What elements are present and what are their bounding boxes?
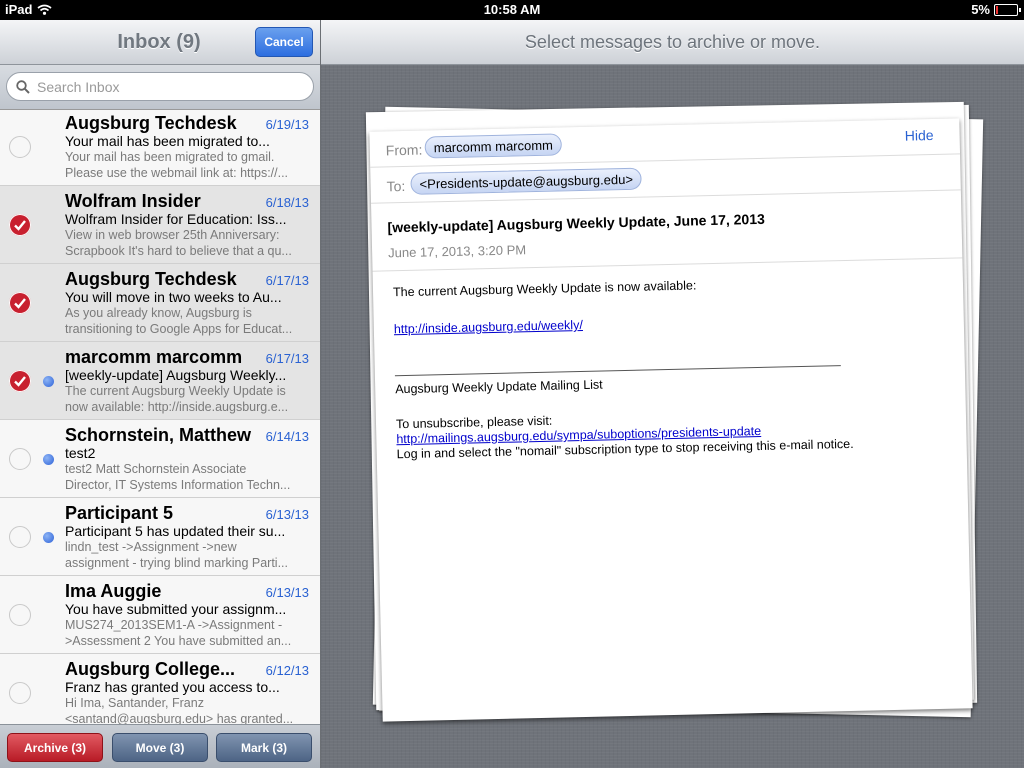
message-row[interactable]: Participant 5 6/13/13 Participant 5 has … xyxy=(0,498,320,576)
from-address-pill[interactable]: marcomm marcomm xyxy=(424,133,563,159)
weekly-update-link[interactable]: http://inside.augsburg.edu/weekly/ xyxy=(394,318,583,336)
message-row[interactable]: Augsburg Techdesk 6/19/13 Your mail has … xyxy=(0,108,320,186)
message-sender: Schornstein, Matthew xyxy=(65,425,252,445)
search-input[interactable] xyxy=(35,77,299,96)
message-date: 6/13/13 xyxy=(265,507,309,522)
move-button[interactable]: Move (3) xyxy=(112,733,208,762)
message-row[interactable]: Schornstein, Matthew 6/14/13 test2 test2… xyxy=(0,420,320,498)
unread-dot xyxy=(43,454,54,465)
status-bar: iPad 10:58 AM 5% xyxy=(0,0,1024,20)
message-sender: marcomm marcomm xyxy=(65,347,243,367)
message-date: 6/17/13 xyxy=(265,351,309,366)
message-date: 6/14/13 xyxy=(265,429,309,444)
message-sender: Ima Auggie xyxy=(65,581,162,601)
email-date: June 17, 2013, 3:20 PM xyxy=(387,242,527,261)
battery-percent: 5% xyxy=(971,2,990,17)
unread-dot xyxy=(43,532,54,543)
message-preview: lindn_test ->Assignment ->new assignment … xyxy=(65,540,289,570)
archive-button[interactable]: Archive (3) xyxy=(7,733,103,762)
email-subject: [weekly-update] Augsburg Weekly Update, … xyxy=(387,210,765,236)
message-sender: Augsburg College... xyxy=(65,659,236,679)
selection-circle[interactable] xyxy=(9,682,31,704)
detail-title: Select messages to archive or move. xyxy=(524,32,821,52)
message-preview: As you already know, Augsburg is transiti… xyxy=(65,306,293,336)
email-body: The current Augsburg Weekly Update is no… xyxy=(373,258,967,476)
message-subject: You will move in two weeks to Au... xyxy=(65,289,282,305)
battery-icon xyxy=(994,3,1021,16)
message-preview: The current Augsburg Weekly Update is now… xyxy=(65,384,289,414)
message-preview-card: From: marcomm marcomm Hide To: <Presiden… xyxy=(369,118,973,722)
message-date: 6/18/13 xyxy=(265,195,309,210)
message-sender: Wolfram Insider xyxy=(65,191,201,211)
message-subject: test2 xyxy=(65,445,96,461)
message-subject: Your mail has been migrated to... xyxy=(65,133,270,149)
to-label: To: xyxy=(386,177,406,195)
message-sender: Augsburg Techdesk xyxy=(65,113,237,133)
selection-circle[interactable] xyxy=(9,448,31,470)
message-list: Augsburg Techdesk 6/19/13 Your mail has … xyxy=(0,108,320,732)
message-preview: test2 Matt Schornstein Associate Director… xyxy=(65,462,291,492)
detail-nav-bar: Select messages to archive or move. xyxy=(321,20,1024,65)
from-label: From: xyxy=(385,141,423,159)
message-row[interactable]: Ima Auggie 6/13/13 You have submitted yo… xyxy=(0,576,320,654)
message-date: 6/17/13 xyxy=(265,273,309,288)
selection-circle[interactable] xyxy=(9,604,31,626)
inbox-nav-bar: Inbox (9) Cancel xyxy=(0,20,320,65)
mark-button[interactable]: Mark (3) xyxy=(216,733,312,762)
detail-pane: Select messages to archive or move. From… xyxy=(321,20,1024,768)
status-time: 10:58 AM xyxy=(483,2,541,17)
message-preview: MUS274_2013SEM1-A ->Assignment - >Assessm… xyxy=(65,618,292,648)
checkmark-icon xyxy=(14,298,26,309)
to-address-pill[interactable]: <Presidents-update@augsburg.edu> xyxy=(410,167,643,195)
message-stack: From: marcomm marcomm Hide To: <Presiden… xyxy=(365,101,984,725)
search-field[interactable] xyxy=(6,72,314,101)
selection-circle[interactable] xyxy=(9,370,31,392)
cancel-button[interactable]: Cancel xyxy=(255,27,313,57)
message-row[interactable]: Wolfram Insider 6/18/13 Wolfram Insider … xyxy=(0,186,320,264)
message-date: 6/13/13 xyxy=(265,585,309,600)
message-date: 6/12/13 xyxy=(265,663,309,678)
message-row[interactable]: Augsburg Techdesk 6/17/13 You will move … xyxy=(0,264,320,342)
body-intro: The current Augsburg Weekly Update is no… xyxy=(392,278,697,300)
hide-link[interactable]: Hide xyxy=(905,127,934,144)
message-preview: Your mail has been migrated to gmail. Ple… xyxy=(65,150,289,180)
search-bar xyxy=(0,65,320,110)
message-subject: [weekly-update] Augsburg Weekly... xyxy=(65,367,287,383)
message-row[interactable]: marcomm marcomm 6/17/13 [weekly-update] … xyxy=(0,342,320,420)
unread-dot xyxy=(43,376,54,387)
message-preview: Hi Ima, Santander, Franz <santand@augsbur… xyxy=(65,696,294,726)
inbox-pane: Inbox (9) Cancel Augsburg Techdesk 6/19/… xyxy=(0,20,321,768)
edit-toolbar: Archive (3) Move (3) Mark (3) xyxy=(0,724,320,768)
message-sender: Participant 5 xyxy=(65,503,174,523)
message-row[interactable]: Augsburg College... 6/12/13 Franz has gr… xyxy=(0,654,320,732)
message-subject: Wolfram Insider for Education: Iss... xyxy=(65,211,287,227)
message-subject: You have submitted your assignm... xyxy=(65,601,287,617)
selection-circle[interactable] xyxy=(9,526,31,548)
message-subject: Participant 5 has updated their su... xyxy=(65,523,286,539)
selection-circle[interactable] xyxy=(9,136,31,158)
search-icon xyxy=(16,79,30,94)
status-right: 5% xyxy=(971,2,1021,17)
checkmark-icon xyxy=(14,376,26,387)
selection-circle[interactable] xyxy=(9,292,31,314)
selection-circle[interactable] xyxy=(9,214,31,236)
message-date: 6/19/13 xyxy=(265,117,309,132)
message-sender: Augsburg Techdesk xyxy=(65,269,237,289)
message-preview: View in web browser 25th Anniversary: Scr… xyxy=(65,228,292,258)
checkmark-icon xyxy=(14,220,26,231)
message-subject: Franz has granted you access to... xyxy=(65,679,280,695)
